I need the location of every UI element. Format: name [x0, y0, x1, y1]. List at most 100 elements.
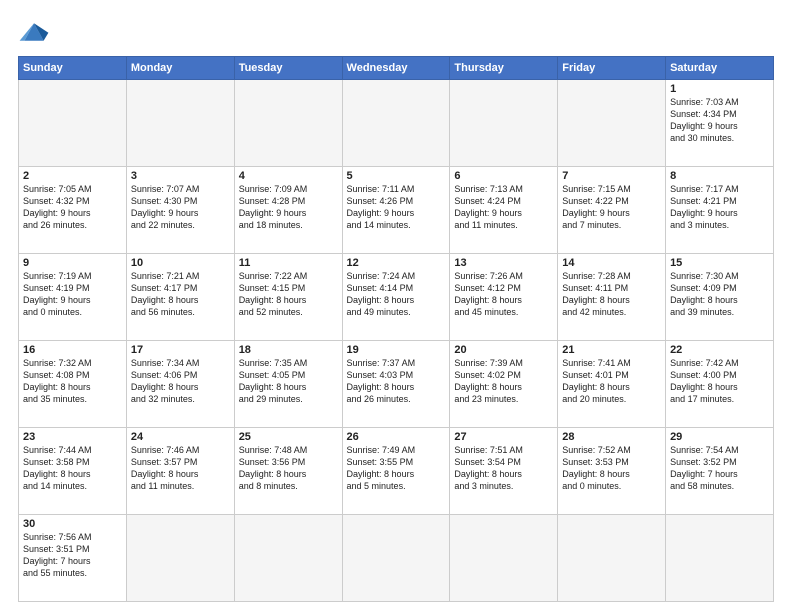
col-header-wednesday: Wednesday [342, 57, 450, 80]
day-number: 7 [562, 170, 661, 182]
calendar-cell [234, 80, 342, 167]
calendar-cell: 21Sunrise: 7:41 AMSunset: 4:01 PMDayligh… [558, 341, 666, 428]
calendar-cell: 25Sunrise: 7:48 AMSunset: 3:56 PMDayligh… [234, 428, 342, 515]
day-info: Sunrise: 7:24 AMSunset: 4:14 PMDaylight:… [347, 270, 446, 319]
day-number: 24 [131, 431, 230, 443]
day-number: 20 [454, 344, 553, 356]
day-info: Sunrise: 7:35 AMSunset: 4:05 PMDaylight:… [239, 357, 338, 406]
logo [18, 18, 54, 46]
day-info: Sunrise: 7:22 AMSunset: 4:15 PMDaylight:… [239, 270, 338, 319]
day-number: 28 [562, 431, 661, 443]
day-info: Sunrise: 7:32 AMSunset: 4:08 PMDaylight:… [23, 357, 122, 406]
calendar-table: SundayMondayTuesdayWednesdayThursdayFrid… [18, 56, 774, 602]
day-number: 9 [23, 257, 122, 269]
day-info: Sunrise: 7:51 AMSunset: 3:54 PMDaylight:… [454, 444, 553, 493]
calendar-cell: 6Sunrise: 7:13 AMSunset: 4:24 PMDaylight… [450, 167, 558, 254]
day-info: Sunrise: 7:28 AMSunset: 4:11 PMDaylight:… [562, 270, 661, 319]
day-info: Sunrise: 7:39 AMSunset: 4:02 PMDaylight:… [454, 357, 553, 406]
calendar-cell: 29Sunrise: 7:54 AMSunset: 3:52 PMDayligh… [666, 428, 774, 515]
day-info: Sunrise: 7:56 AMSunset: 3:51 PMDaylight:… [23, 531, 122, 580]
day-info: Sunrise: 7:13 AMSunset: 4:24 PMDaylight:… [454, 183, 553, 232]
day-number: 21 [562, 344, 661, 356]
day-info: Sunrise: 7:49 AMSunset: 3:55 PMDaylight:… [347, 444, 446, 493]
calendar-cell [234, 515, 342, 602]
day-info: Sunrise: 7:54 AMSunset: 3:52 PMDaylight:… [670, 444, 769, 493]
calendar-cell: 15Sunrise: 7:30 AMSunset: 4:09 PMDayligh… [666, 254, 774, 341]
day-info: Sunrise: 7:17 AMSunset: 4:21 PMDaylight:… [670, 183, 769, 232]
calendar-cell: 12Sunrise: 7:24 AMSunset: 4:14 PMDayligh… [342, 254, 450, 341]
col-header-saturday: Saturday [666, 57, 774, 80]
calendar-cell: 16Sunrise: 7:32 AMSunset: 4:08 PMDayligh… [19, 341, 127, 428]
calendar-cell: 14Sunrise: 7:28 AMSunset: 4:11 PMDayligh… [558, 254, 666, 341]
day-number: 11 [239, 257, 338, 269]
day-info: Sunrise: 7:07 AMSunset: 4:30 PMDaylight:… [131, 183, 230, 232]
day-number: 25 [239, 431, 338, 443]
col-header-thursday: Thursday [450, 57, 558, 80]
day-info: Sunrise: 7:09 AMSunset: 4:28 PMDaylight:… [239, 183, 338, 232]
day-info: Sunrise: 7:48 AMSunset: 3:56 PMDaylight:… [239, 444, 338, 493]
day-number: 23 [23, 431, 122, 443]
day-number: 3 [131, 170, 230, 182]
calendar-cell: 24Sunrise: 7:46 AMSunset: 3:57 PMDayligh… [126, 428, 234, 515]
calendar-cell: 22Sunrise: 7:42 AMSunset: 4:00 PMDayligh… [666, 341, 774, 428]
calendar-cell: 18Sunrise: 7:35 AMSunset: 4:05 PMDayligh… [234, 341, 342, 428]
col-header-tuesday: Tuesday [234, 57, 342, 80]
calendar-cell: 19Sunrise: 7:37 AMSunset: 4:03 PMDayligh… [342, 341, 450, 428]
day-number: 5 [347, 170, 446, 182]
calendar-cell: 23Sunrise: 7:44 AMSunset: 3:58 PMDayligh… [19, 428, 127, 515]
week-row-3: 16Sunrise: 7:32 AMSunset: 4:08 PMDayligh… [19, 341, 774, 428]
calendar-cell [450, 515, 558, 602]
calendar-cell [666, 515, 774, 602]
day-info: Sunrise: 7:26 AMSunset: 4:12 PMDaylight:… [454, 270, 553, 319]
day-info: Sunrise: 7:42 AMSunset: 4:00 PMDaylight:… [670, 357, 769, 406]
calendar-cell: 1Sunrise: 7:03 AMSunset: 4:34 PMDaylight… [666, 80, 774, 167]
week-row-1: 2Sunrise: 7:05 AMSunset: 4:32 PMDaylight… [19, 167, 774, 254]
day-number: 19 [347, 344, 446, 356]
day-number: 1 [670, 83, 769, 95]
day-info: Sunrise: 7:03 AMSunset: 4:34 PMDaylight:… [670, 96, 769, 145]
day-number: 27 [454, 431, 553, 443]
col-header-friday: Friday [558, 57, 666, 80]
day-number: 13 [454, 257, 553, 269]
day-info: Sunrise: 7:05 AMSunset: 4:32 PMDaylight:… [23, 183, 122, 232]
calendar-cell: 3Sunrise: 7:07 AMSunset: 4:30 PMDaylight… [126, 167, 234, 254]
calendar-cell [126, 515, 234, 602]
day-number: 18 [239, 344, 338, 356]
day-info: Sunrise: 7:46 AMSunset: 3:57 PMDaylight:… [131, 444, 230, 493]
week-row-0: 1Sunrise: 7:03 AMSunset: 4:34 PMDaylight… [19, 80, 774, 167]
day-number: 6 [454, 170, 553, 182]
day-number: 15 [670, 257, 769, 269]
calendar-cell: 27Sunrise: 7:51 AMSunset: 3:54 PMDayligh… [450, 428, 558, 515]
day-number: 29 [670, 431, 769, 443]
day-number: 4 [239, 170, 338, 182]
day-info: Sunrise: 7:37 AMSunset: 4:03 PMDaylight:… [347, 357, 446, 406]
day-number: 12 [347, 257, 446, 269]
col-header-sunday: Sunday [19, 57, 127, 80]
day-info: Sunrise: 7:15 AMSunset: 4:22 PMDaylight:… [562, 183, 661, 232]
page: SundayMondayTuesdayWednesdayThursdayFrid… [0, 0, 792, 612]
calendar-cell [558, 515, 666, 602]
calendar-cell [342, 515, 450, 602]
week-row-2: 9Sunrise: 7:19 AMSunset: 4:19 PMDaylight… [19, 254, 774, 341]
calendar-cell [558, 80, 666, 167]
day-info: Sunrise: 7:52 AMSunset: 3:53 PMDaylight:… [562, 444, 661, 493]
calendar-cell: 2Sunrise: 7:05 AMSunset: 4:32 PMDaylight… [19, 167, 127, 254]
day-number: 10 [131, 257, 230, 269]
calendar-cell [450, 80, 558, 167]
week-row-5: 30Sunrise: 7:56 AMSunset: 3:51 PMDayligh… [19, 515, 774, 602]
col-header-monday: Monday [126, 57, 234, 80]
day-info: Sunrise: 7:19 AMSunset: 4:19 PMDaylight:… [23, 270, 122, 319]
day-number: 2 [23, 170, 122, 182]
calendar-cell: 8Sunrise: 7:17 AMSunset: 4:21 PMDaylight… [666, 167, 774, 254]
day-number: 26 [347, 431, 446, 443]
week-row-4: 23Sunrise: 7:44 AMSunset: 3:58 PMDayligh… [19, 428, 774, 515]
day-info: Sunrise: 7:41 AMSunset: 4:01 PMDaylight:… [562, 357, 661, 406]
logo-icon [18, 18, 50, 46]
calendar-cell [19, 80, 127, 167]
calendar-cell: 13Sunrise: 7:26 AMSunset: 4:12 PMDayligh… [450, 254, 558, 341]
day-number: 8 [670, 170, 769, 182]
day-number: 16 [23, 344, 122, 356]
day-info: Sunrise: 7:30 AMSunset: 4:09 PMDaylight:… [670, 270, 769, 319]
calendar-cell: 7Sunrise: 7:15 AMSunset: 4:22 PMDaylight… [558, 167, 666, 254]
day-number: 17 [131, 344, 230, 356]
